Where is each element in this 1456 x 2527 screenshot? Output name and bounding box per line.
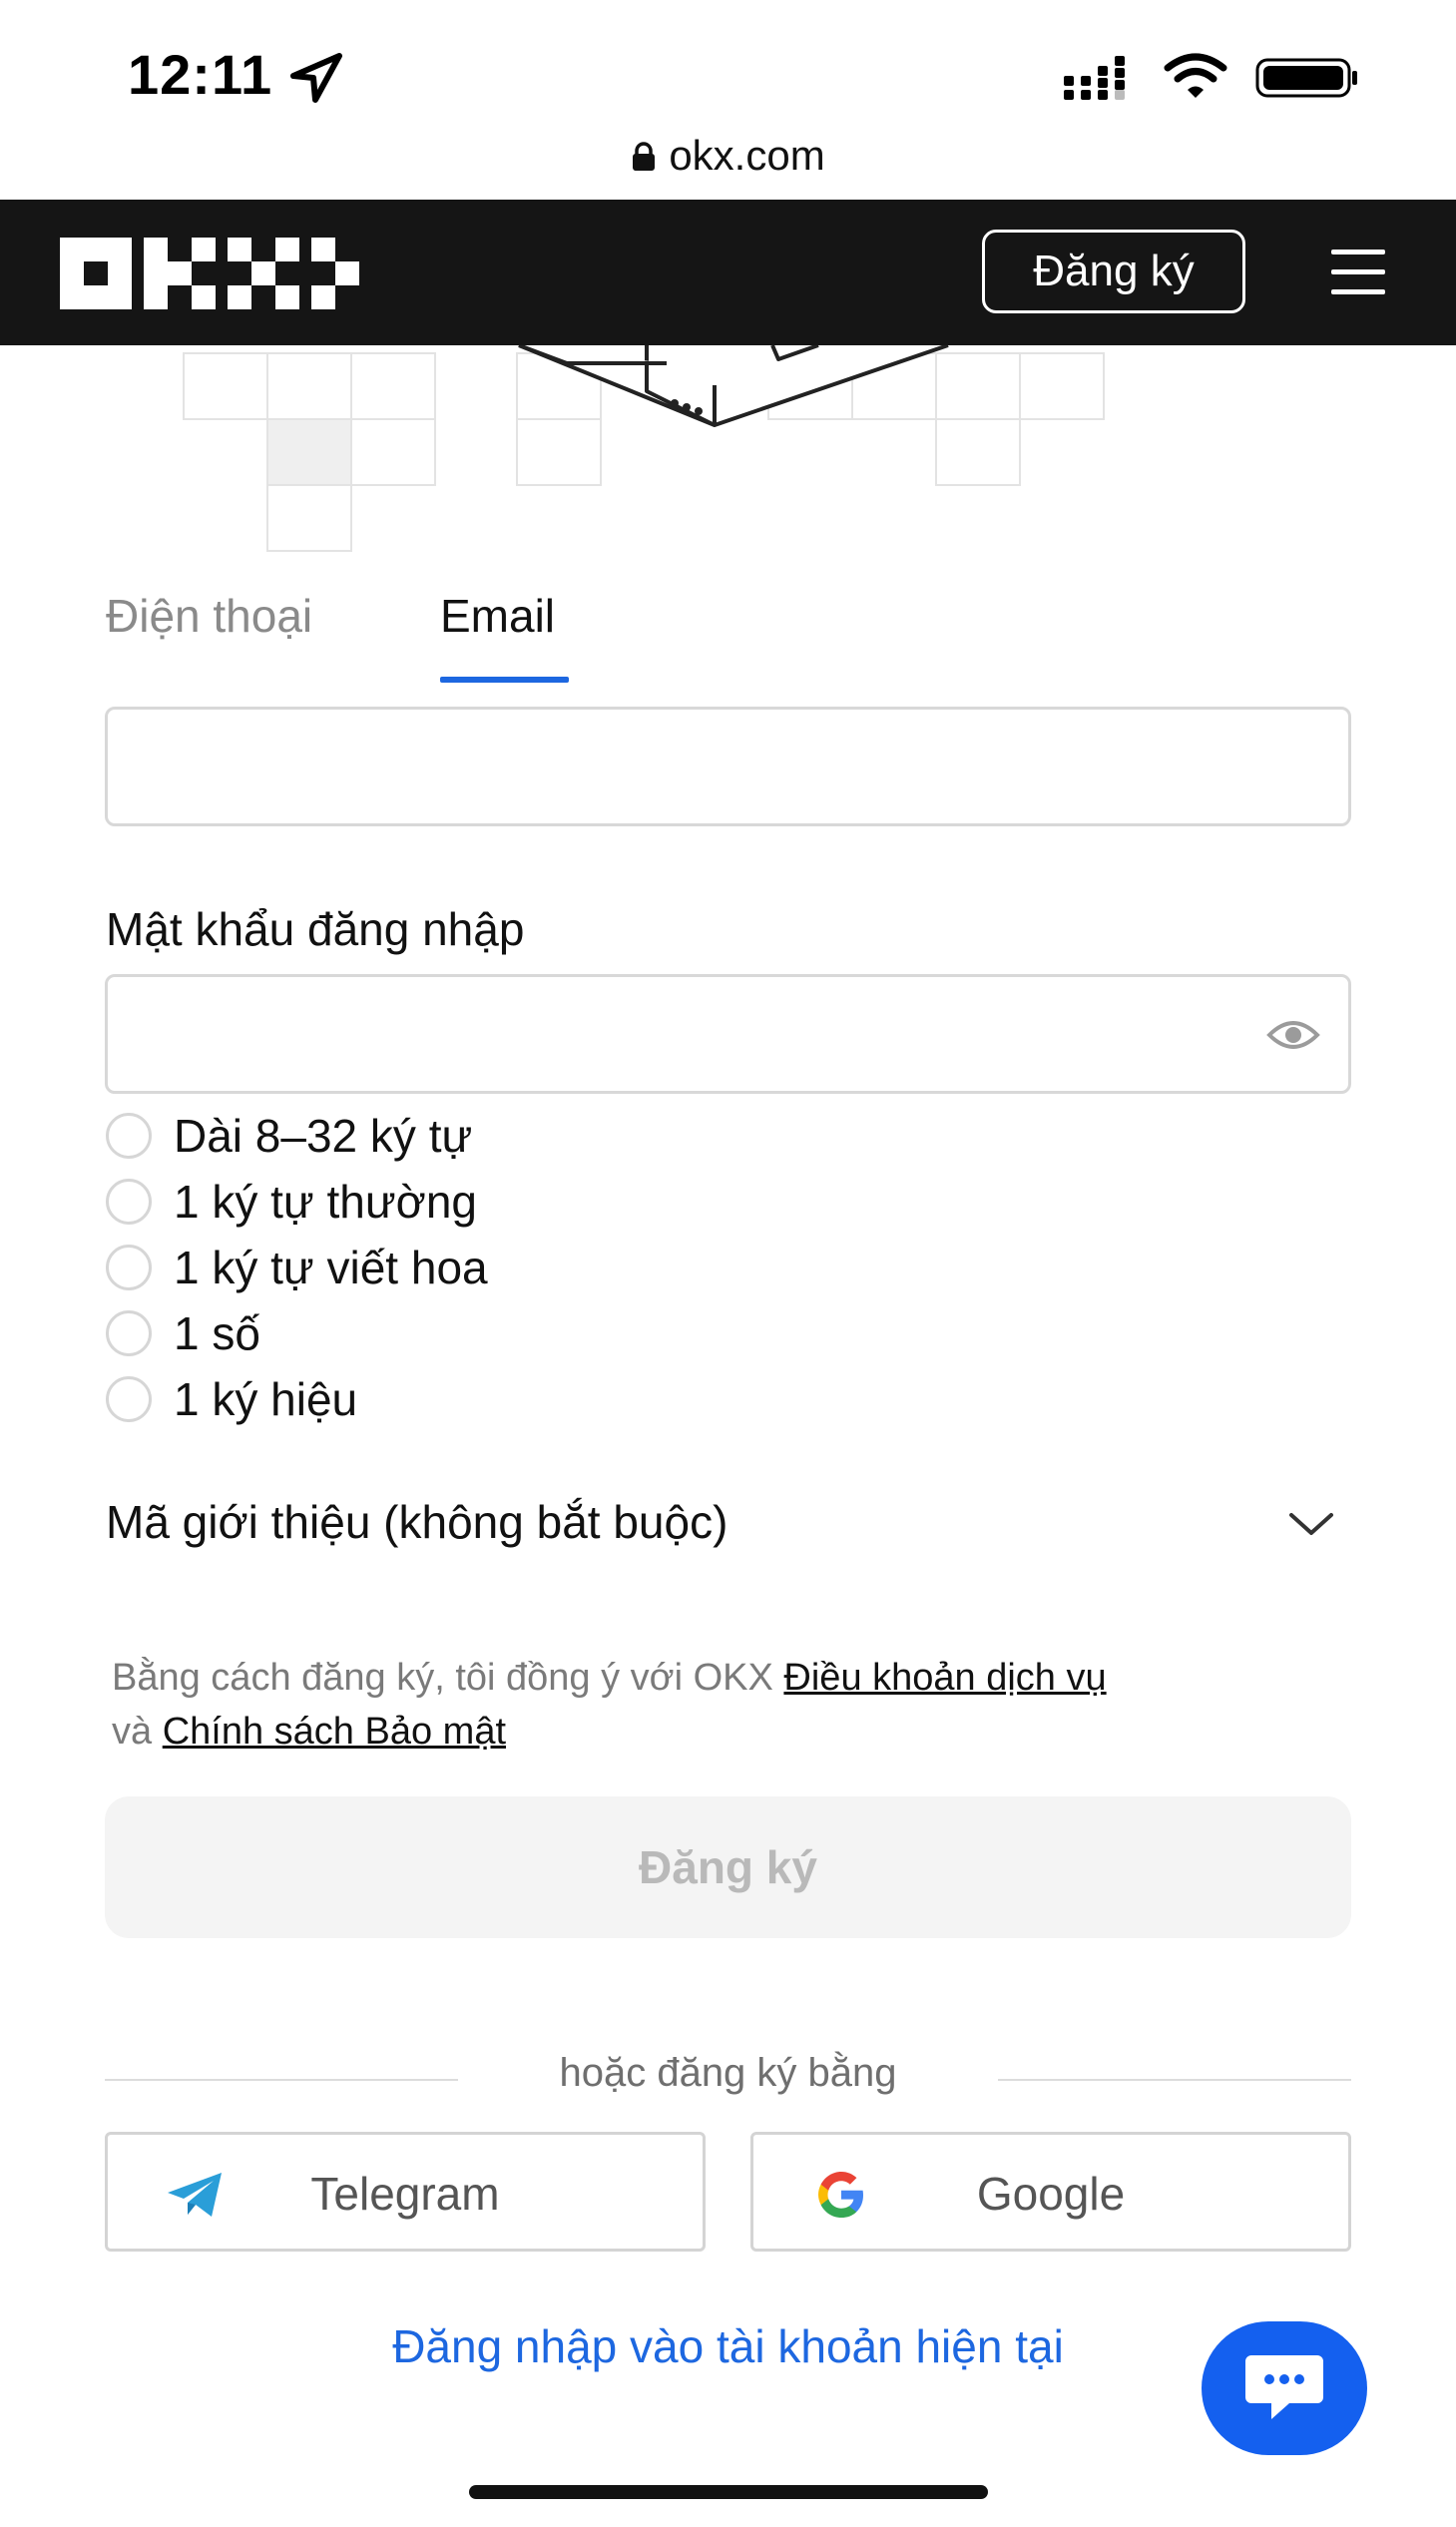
telegram-signup-button[interactable]: Telegram	[105, 2132, 706, 2252]
terms-prefix: Bằng cách đăng ký, tôi đồng ý với OKX	[112, 1657, 773, 1699]
support-chat-button[interactable]	[1202, 2321, 1367, 2455]
status-bar: 12:11	[0, 0, 1456, 140]
rule-text: 1 ký tự viết hoa	[174, 1242, 488, 1293]
signal-icon	[1064, 56, 1125, 100]
password-rule-item: 1 ký tự viết hoa	[106, 1238, 488, 1297]
password-rule-item: 1 ký tự thường	[106, 1172, 477, 1232]
active-tab-indicator	[440, 677, 569, 683]
eye-icon[interactable]	[1266, 1015, 1320, 1055]
email-input[interactable]	[105, 707, 1351, 826]
rule-check-icon	[106, 1376, 152, 1422]
password-input[interactable]	[105, 974, 1351, 1094]
rule-check-icon	[106, 1310, 152, 1356]
password-rule-item: Dài 8–32 ký tự	[106, 1106, 472, 1166]
tab-email[interactable]: Email	[440, 589, 555, 643]
divider-right	[998, 2079, 1351, 2081]
lock-icon	[633, 142, 656, 171]
home-indicator[interactable]	[469, 2485, 988, 2499]
referral-code-toggle[interactable]: Mã giới thiệu (không bắt buộc)	[106, 1495, 728, 1549]
rule-check-icon	[106, 1245, 152, 1290]
rule-text: Dài 8–32 ký tự	[174, 1110, 473, 1162]
privacy-policy-link[interactable]: Chính sách Bảo mật	[163, 1711, 506, 1753]
telegram-label: Telegram	[310, 2168, 500, 2220]
menu-icon[interactable]	[1331, 250, 1385, 295]
password-rule-item: 1 ký hiệu	[106, 1369, 357, 1429]
signup-submit-button[interactable]: Đăng ký	[105, 1796, 1351, 1938]
terms-middle: và	[112, 1711, 153, 1753]
google-label: Google	[976, 2168, 1126, 2220]
password-label: Mật khẩu đăng nhập	[106, 903, 525, 955]
terms-text: Bằng cách đăng ký, tôi đồng ý với OKX Đi…	[112, 1651, 1349, 1759]
chat-icon	[1245, 2355, 1323, 2419]
url-text: okx.com	[669, 132, 825, 179]
battery-icon	[1255, 58, 1357, 98]
or-signup-with-text: hoặc đăng ký bằng	[559, 2051, 897, 2095]
rule-check-icon	[106, 1113, 152, 1159]
tab-phone[interactable]: Điện thoại	[106, 589, 312, 643]
okx-logo[interactable]	[60, 238, 359, 309]
password-rule-item: 1 số	[106, 1303, 260, 1363]
terms-of-service-link[interactable]: Điều khoản dịch vụ	[783, 1657, 1106, 1699]
rule-check-icon	[106, 1179, 152, 1225]
header-signup-button[interactable]: Đăng ký	[982, 230, 1245, 313]
location-arrow-icon	[290, 53, 342, 103]
rule-text: 1 ký tự thường	[174, 1176, 477, 1228]
site-header: Đăng ký	[0, 200, 1456, 345]
status-time: 12:11	[128, 43, 273, 106]
google-signup-button[interactable]: Google	[750, 2132, 1351, 2252]
chevron-down-icon[interactable]	[1287, 1507, 1335, 1539]
address-bar[interactable]: okx.com	[0, 132, 1456, 200]
hero-illustration	[183, 345, 1105, 552]
rule-text: 1 số	[174, 1307, 260, 1359]
wifi-icon	[1164, 53, 1227, 98]
rule-text: 1 ký hiệu	[174, 1373, 358, 1425]
